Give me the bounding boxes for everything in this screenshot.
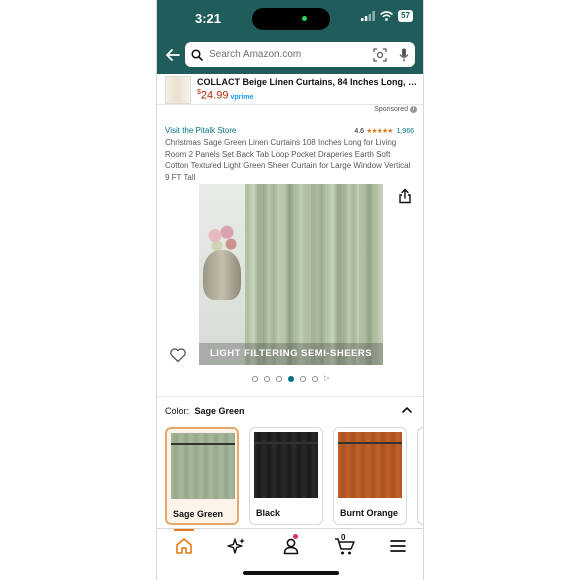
color-swatch[interactable]: Black (249, 427, 323, 525)
section-divider (157, 396, 423, 397)
image-caption: LIGHT FILTERING SEMI-SHEERS (199, 343, 383, 365)
heart-icon[interactable] (169, 346, 187, 364)
active-tab-indicator (174, 529, 194, 531)
carousel-dot[interactable] (252, 376, 259, 382)
swatch-label: Burnt Orange (340, 508, 399, 518)
status-time: 3:21 (195, 11, 222, 26)
carousel-dot[interactable] (264, 376, 271, 382)
menu-icon[interactable] (388, 536, 408, 556)
search-placeholder: Search Amazon.com (209, 49, 302, 60)
carousel-dot[interactable] (312, 376, 319, 382)
chevron-up-icon[interactable] (401, 404, 413, 416)
selected-color: Sage Green (194, 406, 245, 416)
color-swatch[interactable]: Sage Green (165, 427, 239, 525)
image-carousel-dots[interactable]: ▷ (157, 375, 423, 382)
cart-nav[interactable]: 0 (334, 533, 356, 556)
ad-product-thumbnail (165, 76, 191, 104)
visit-store-link[interactable]: Visit the Pitalk Store (165, 126, 236, 135)
battery-level: 57 (398, 10, 413, 22)
sponsored-label[interactable]: Sponsored i (374, 106, 417, 113)
microphone-icon[interactable] (399, 48, 409, 62)
share-icon[interactable] (397, 188, 413, 204)
swatch-label: Sage Green (173, 509, 224, 519)
sponsored-ad-banner[interactable]: COLLACT Beige Linen Curtains, 84 Inches … (157, 74, 423, 105)
back-arrow-icon[interactable] (163, 45, 183, 65)
color-swatch[interactable]: Burnt Orange (333, 427, 407, 525)
home-indicator (243, 571, 339, 575)
curtain-rod (338, 442, 402, 444)
signal-icon (361, 11, 375, 21)
status-icons: 57 (361, 10, 413, 22)
carousel-dot[interactable] (288, 376, 295, 382)
product-image[interactable]: LIGHT FILTERING SEMI-SHEERS (199, 184, 383, 365)
swatch-label: Black (256, 508, 281, 518)
rating-summary[interactable]: 4.6 ★★★★★ 1,966 (354, 127, 414, 136)
search-input[interactable]: Search Amazon.com (185, 42, 415, 67)
sponsored-text: Sponsored (374, 106, 408, 113)
vase-decor (203, 250, 241, 300)
sparkle-icon[interactable] (227, 536, 247, 556)
info-icon: i (410, 106, 417, 113)
ad-price-value: 24.99 (200, 89, 229, 102)
rating-value: 4.6 (354, 127, 365, 135)
color-label-row: Color: Sage Green (165, 406, 245, 416)
ad-product-title[interactable]: COLLACT Beige Linen Curtains, 84 Inches … (197, 77, 419, 87)
play-video-icon[interactable]: ▷ (324, 375, 329, 382)
star-rating-icon: ★★★★★ (366, 128, 393, 135)
prime-badge: vprime (230, 93, 254, 101)
app-screen: 3:21 57 Search Amazon.com COLLACT Beige … (156, 0, 424, 580)
carousel-dot[interactable] (300, 376, 307, 382)
dynamic-island (252, 8, 330, 30)
camera-scan-icon[interactable] (373, 47, 387, 62)
color-swatch-list: Sage Green Black Burnt Orange (165, 427, 423, 525)
account-nav[interactable] (281, 534, 301, 556)
carousel-dot[interactable] (276, 376, 283, 382)
header-bar: 3:21 57 Search Amazon.com (157, 0, 423, 74)
wifi-icon (380, 11, 394, 21)
search-icon (191, 48, 203, 61)
curtain-folds (245, 184, 383, 365)
curtain-rod (171, 443, 235, 445)
cart-count: 0 (341, 533, 346, 542)
color-label: Color: (165, 406, 190, 416)
notification-dot (293, 534, 298, 539)
color-swatch-partial[interactable] (417, 427, 423, 525)
home-icon[interactable] (174, 536, 194, 556)
curtain-rod (254, 442, 318, 444)
ad-price: $24.99 vprime (197, 89, 253, 102)
account-icon (283, 538, 299, 555)
rating-count[interactable]: 1,966 (396, 128, 414, 135)
product-title: Christmas Sage Green Linen Curtains 108 … (165, 138, 411, 182)
camera-indicator-icon (302, 16, 307, 21)
